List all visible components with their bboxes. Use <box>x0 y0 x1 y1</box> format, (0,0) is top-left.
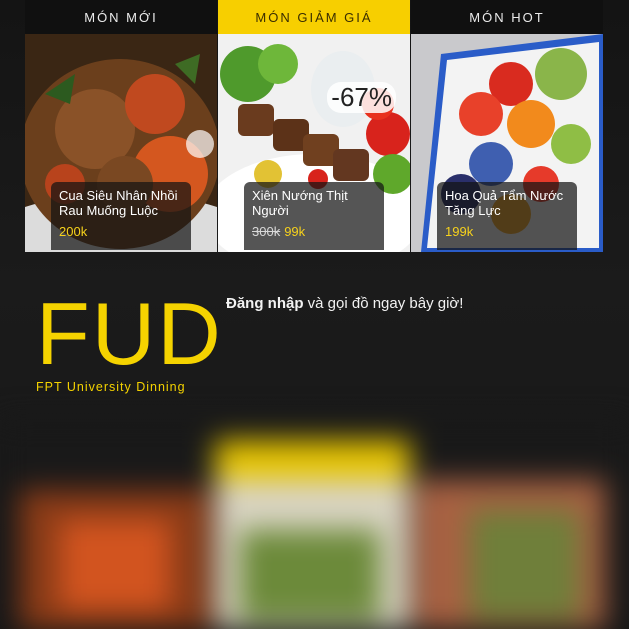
tab-new-dishes[interactable]: MÓN MỚI <box>25 0 217 34</box>
menu-carousel: MÓN MỚI Cua Siêu Nhân Nhồi Rau Muống Luộ… <box>25 0 603 252</box>
card-sale-dish[interactable]: MÓN GIẢM GIÁ -67% Xiên Nướng Thịt Người … <box>218 0 410 252</box>
dish-name: Xiên Nướng Thịt Người <box>252 188 348 218</box>
dish-name: Hoa Quả Tẩm Nước Tăng Lực <box>445 188 564 218</box>
tab-discounted-dishes[interactable]: MÓN GIẢM GIÁ <box>218 0 410 34</box>
dish-price: 200k <box>59 224 88 239</box>
card-hot-dish[interactable]: MÓN HOT Hoa Quả Tẩm Nước Tăng Lực 199k <box>411 0 603 252</box>
blurred-background-preview <box>0 420 629 629</box>
login-prompt: Đăng nhập và gọi đồ ngay bây giờ! <box>226 295 463 312</box>
dish-price-row: 300k 99k <box>252 224 376 239</box>
card-new-dish[interactable]: MÓN MỚI Cua Siêu Nhân Nhồi Rau Muống Luộ… <box>25 0 217 252</box>
fud-logo: FUD <box>36 284 223 383</box>
dish-price: 199k <box>445 224 474 239</box>
brand-block: FUD FPT University Dinning <box>36 284 223 395</box>
tab-hot-dishes[interactable]: MÓN HOT <box>411 0 603 34</box>
login-prompt-text: và gọi đồ ngay bây giờ! <box>303 295 464 312</box>
login-link[interactable]: Đăng nhập <box>226 295 304 312</box>
card-info: Xiên Nướng Thịt Người 300k 99k <box>244 182 384 250</box>
dish-price: 99k <box>284 224 306 239</box>
card-info: Cua Siêu Nhân Nhồi Rau Muống Luộc 200k <box>51 182 191 250</box>
old-price: 300k <box>252 224 281 239</box>
dish-name: Cua Siêu Nhân Nhồi Rau Muống Luộc <box>59 188 178 218</box>
card-info: Hoa Quả Tẩm Nước Tăng Lực 199k <box>437 182 577 250</box>
discount-badge: -67% <box>327 82 396 113</box>
